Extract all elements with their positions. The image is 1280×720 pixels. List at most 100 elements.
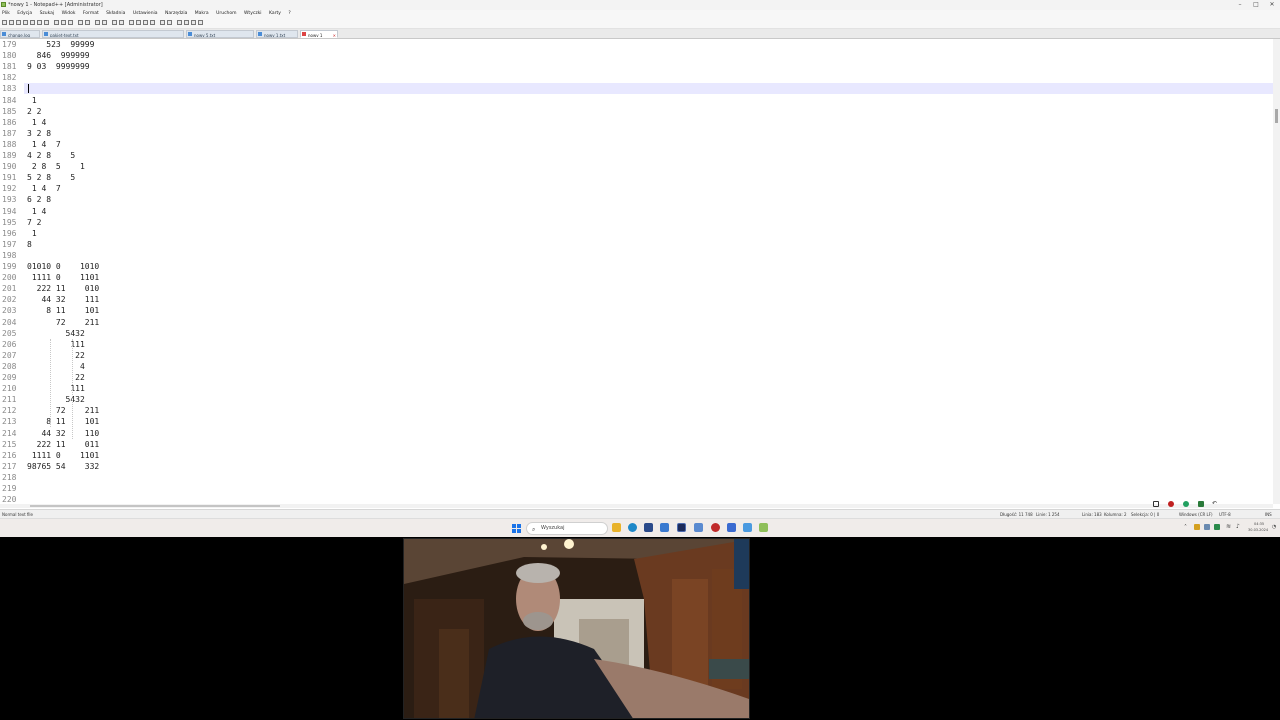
replace-icon[interactable]: [102, 20, 107, 25]
copy-icon[interactable]: [61, 20, 66, 25]
undo-arrow-icon[interactable]: ↶: [1212, 501, 1218, 507]
function-list-icon[interactable]: [160, 20, 165, 25]
tray-network-icon[interactable]: [1204, 524, 1210, 530]
file-explorer-icon[interactable]: [612, 523, 621, 532]
menu-language[interactable]: Składnia: [106, 10, 125, 18]
chevron-up-icon[interactable]: ˄: [1184, 524, 1187, 531]
tray-security-icon[interactable]: [1214, 524, 1220, 530]
code-line[interactable]: 4 2 8 5: [27, 150, 75, 161]
tab-change-log[interactable]: change.log: [0, 30, 40, 38]
notification-bell-icon[interactable]: ◔: [1272, 524, 1276, 530]
code-line[interactable]: 846 999999: [27, 50, 90, 61]
tab-nowy-1-txt[interactable]: nowy 1.txt: [256, 30, 298, 38]
photos-app-icon[interactable]: [694, 523, 703, 532]
word-wrap-icon[interactable]: [136, 20, 141, 25]
print-icon[interactable]: [44, 20, 49, 25]
record-icon[interactable]: [1168, 501, 1174, 507]
save-icon[interactable]: [16, 20, 21, 25]
menu-settings[interactable]: Ustawienia: [133, 10, 158, 18]
code-line[interactable]: 1111 0 1101: [27, 272, 99, 283]
menu-plugins[interactable]: Wtyczki: [244, 10, 262, 18]
cut-icon[interactable]: [54, 20, 59, 25]
code-line[interactable]: 111: [27, 339, 84, 350]
code-line[interactable]: 1 4 7: [27, 139, 61, 150]
windows-start-button[interactable]: [512, 524, 521, 533]
code-line[interactable]: 72 211: [27, 317, 99, 328]
undo-icon[interactable]: [78, 20, 83, 25]
code-line[interactable]: 5432: [27, 394, 85, 405]
menu-run[interactable]: Uruchom: [216, 10, 236, 18]
code-line[interactable]: 4: [27, 361, 85, 372]
code-line[interactable]: 5 2 8 5: [27, 172, 75, 183]
menu-edit[interactable]: Edycja: [17, 10, 32, 18]
menu-search[interactable]: Szukaj: [40, 10, 55, 18]
code-line[interactable]: 111: [27, 383, 84, 394]
code-line[interactable]: 72 211: [27, 405, 99, 416]
code-line[interactable]: 22: [27, 372, 85, 383]
vertical-scroll-thumb[interactable]: [1275, 109, 1278, 123]
notepadpp-taskbar-icon[interactable]: [759, 523, 768, 532]
speaker-icon[interactable]: ♪: [1236, 523, 1240, 530]
code-line[interactable]: 98765 54 332: [27, 461, 99, 472]
show-all-chars-icon[interactable]: [143, 20, 148, 25]
code-line[interactable]: 1 4 7: [27, 183, 61, 194]
zoom-out-icon[interactable]: [119, 20, 124, 25]
globe-icon[interactable]: [1183, 501, 1189, 507]
menu-file[interactable]: Plik: [2, 10, 10, 18]
store-app-icon[interactable]: [644, 523, 653, 532]
code-line[interactable]: 222 11 011: [27, 439, 100, 450]
code-line[interactable]: 1111 0 1101: [27, 450, 99, 461]
tab-close-icon[interactable]: ✕: [333, 31, 336, 37]
tab-pakiet-text[interactable]: pakiet-text.txt: [42, 30, 184, 38]
code-line[interactable]: 22: [27, 350, 85, 361]
close-button[interactable]: ✕: [1264, 0, 1280, 10]
window-icon[interactable]: [1153, 501, 1159, 507]
code-line[interactable]: 5432: [27, 328, 85, 339]
code-line[interactable]: 8 11 101: [27, 416, 99, 427]
code-line[interactable]: 523 99999: [27, 39, 94, 50]
close-all-icon[interactable]: [37, 20, 42, 25]
tab-nowy-1-active[interactable]: nowy 1 ✕: [300, 30, 338, 38]
code-line[interactable]: 6 2 8: [27, 194, 51, 205]
close-file-icon[interactable]: [30, 20, 35, 25]
tab-nowy-5[interactable]: nowy 5.txt: [186, 30, 254, 38]
code-line[interactable]: 9 03 9999999: [27, 61, 90, 72]
menu-macro[interactable]: Makra: [195, 10, 209, 18]
calculator-app-icon[interactable]: [727, 523, 736, 532]
grid-icon[interactable]: [1198, 501, 1204, 507]
code-line[interactable]: 8 11 101: [27, 305, 99, 316]
code-line[interactable]: 222 11 010: [27, 283, 100, 294]
code-line[interactable]: 7 2: [27, 217, 41, 228]
play-macro-icon[interactable]: [191, 20, 196, 25]
open-file-icon[interactable]: [9, 20, 14, 25]
editor-area[interactable]: 179 180 181 182 183 184 185 186 187 188 189 190 191 1…: [0, 39, 1273, 504]
tray-time[interactable]: 04:35: [1254, 522, 1264, 526]
recorder-app-icon[interactable]: [711, 523, 720, 532]
code-line[interactable]: 01010 0 1010: [27, 261, 99, 272]
tray-date[interactable]: 30.03.2024: [1248, 528, 1268, 532]
indent-guide-icon[interactable]: [150, 20, 155, 25]
code-line[interactable]: 3 2 8: [27, 128, 51, 139]
mail-app-icon[interactable]: [660, 523, 669, 532]
code-line[interactable]: 2 8 5 1: [27, 161, 85, 172]
paste-icon[interactable]: [68, 20, 73, 25]
redo-icon[interactable]: [85, 20, 90, 25]
minimize-button[interactable]: –: [1232, 0, 1248, 10]
tray-app-icon[interactable]: [1194, 524, 1200, 530]
menu-tools[interactable]: Narzędzia: [165, 10, 187, 18]
horizontal-scroll-thumb[interactable]: [30, 505, 280, 507]
folder-workspace-icon[interactable]: [167, 20, 172, 25]
stop-macro-icon[interactable]: [184, 20, 189, 25]
code-line[interactable]: 8: [27, 239, 32, 250]
save-all-icon[interactable]: [23, 20, 28, 25]
menu-format[interactable]: Format: [83, 10, 99, 18]
settings-app-icon[interactable]: [743, 523, 752, 532]
menu-window[interactable]: Karty: [269, 10, 281, 18]
horizontal-scrollbar[interactable]: [0, 504, 1273, 508]
find-icon[interactable]: [95, 20, 100, 25]
code-line[interactable]: 1: [27, 95, 37, 106]
sync-scroll-icon[interactable]: [129, 20, 134, 25]
menu-view[interactable]: Widok: [62, 10, 76, 18]
code-line[interactable]: 2 2: [27, 106, 41, 117]
save-macro-icon[interactable]: [198, 20, 203, 25]
